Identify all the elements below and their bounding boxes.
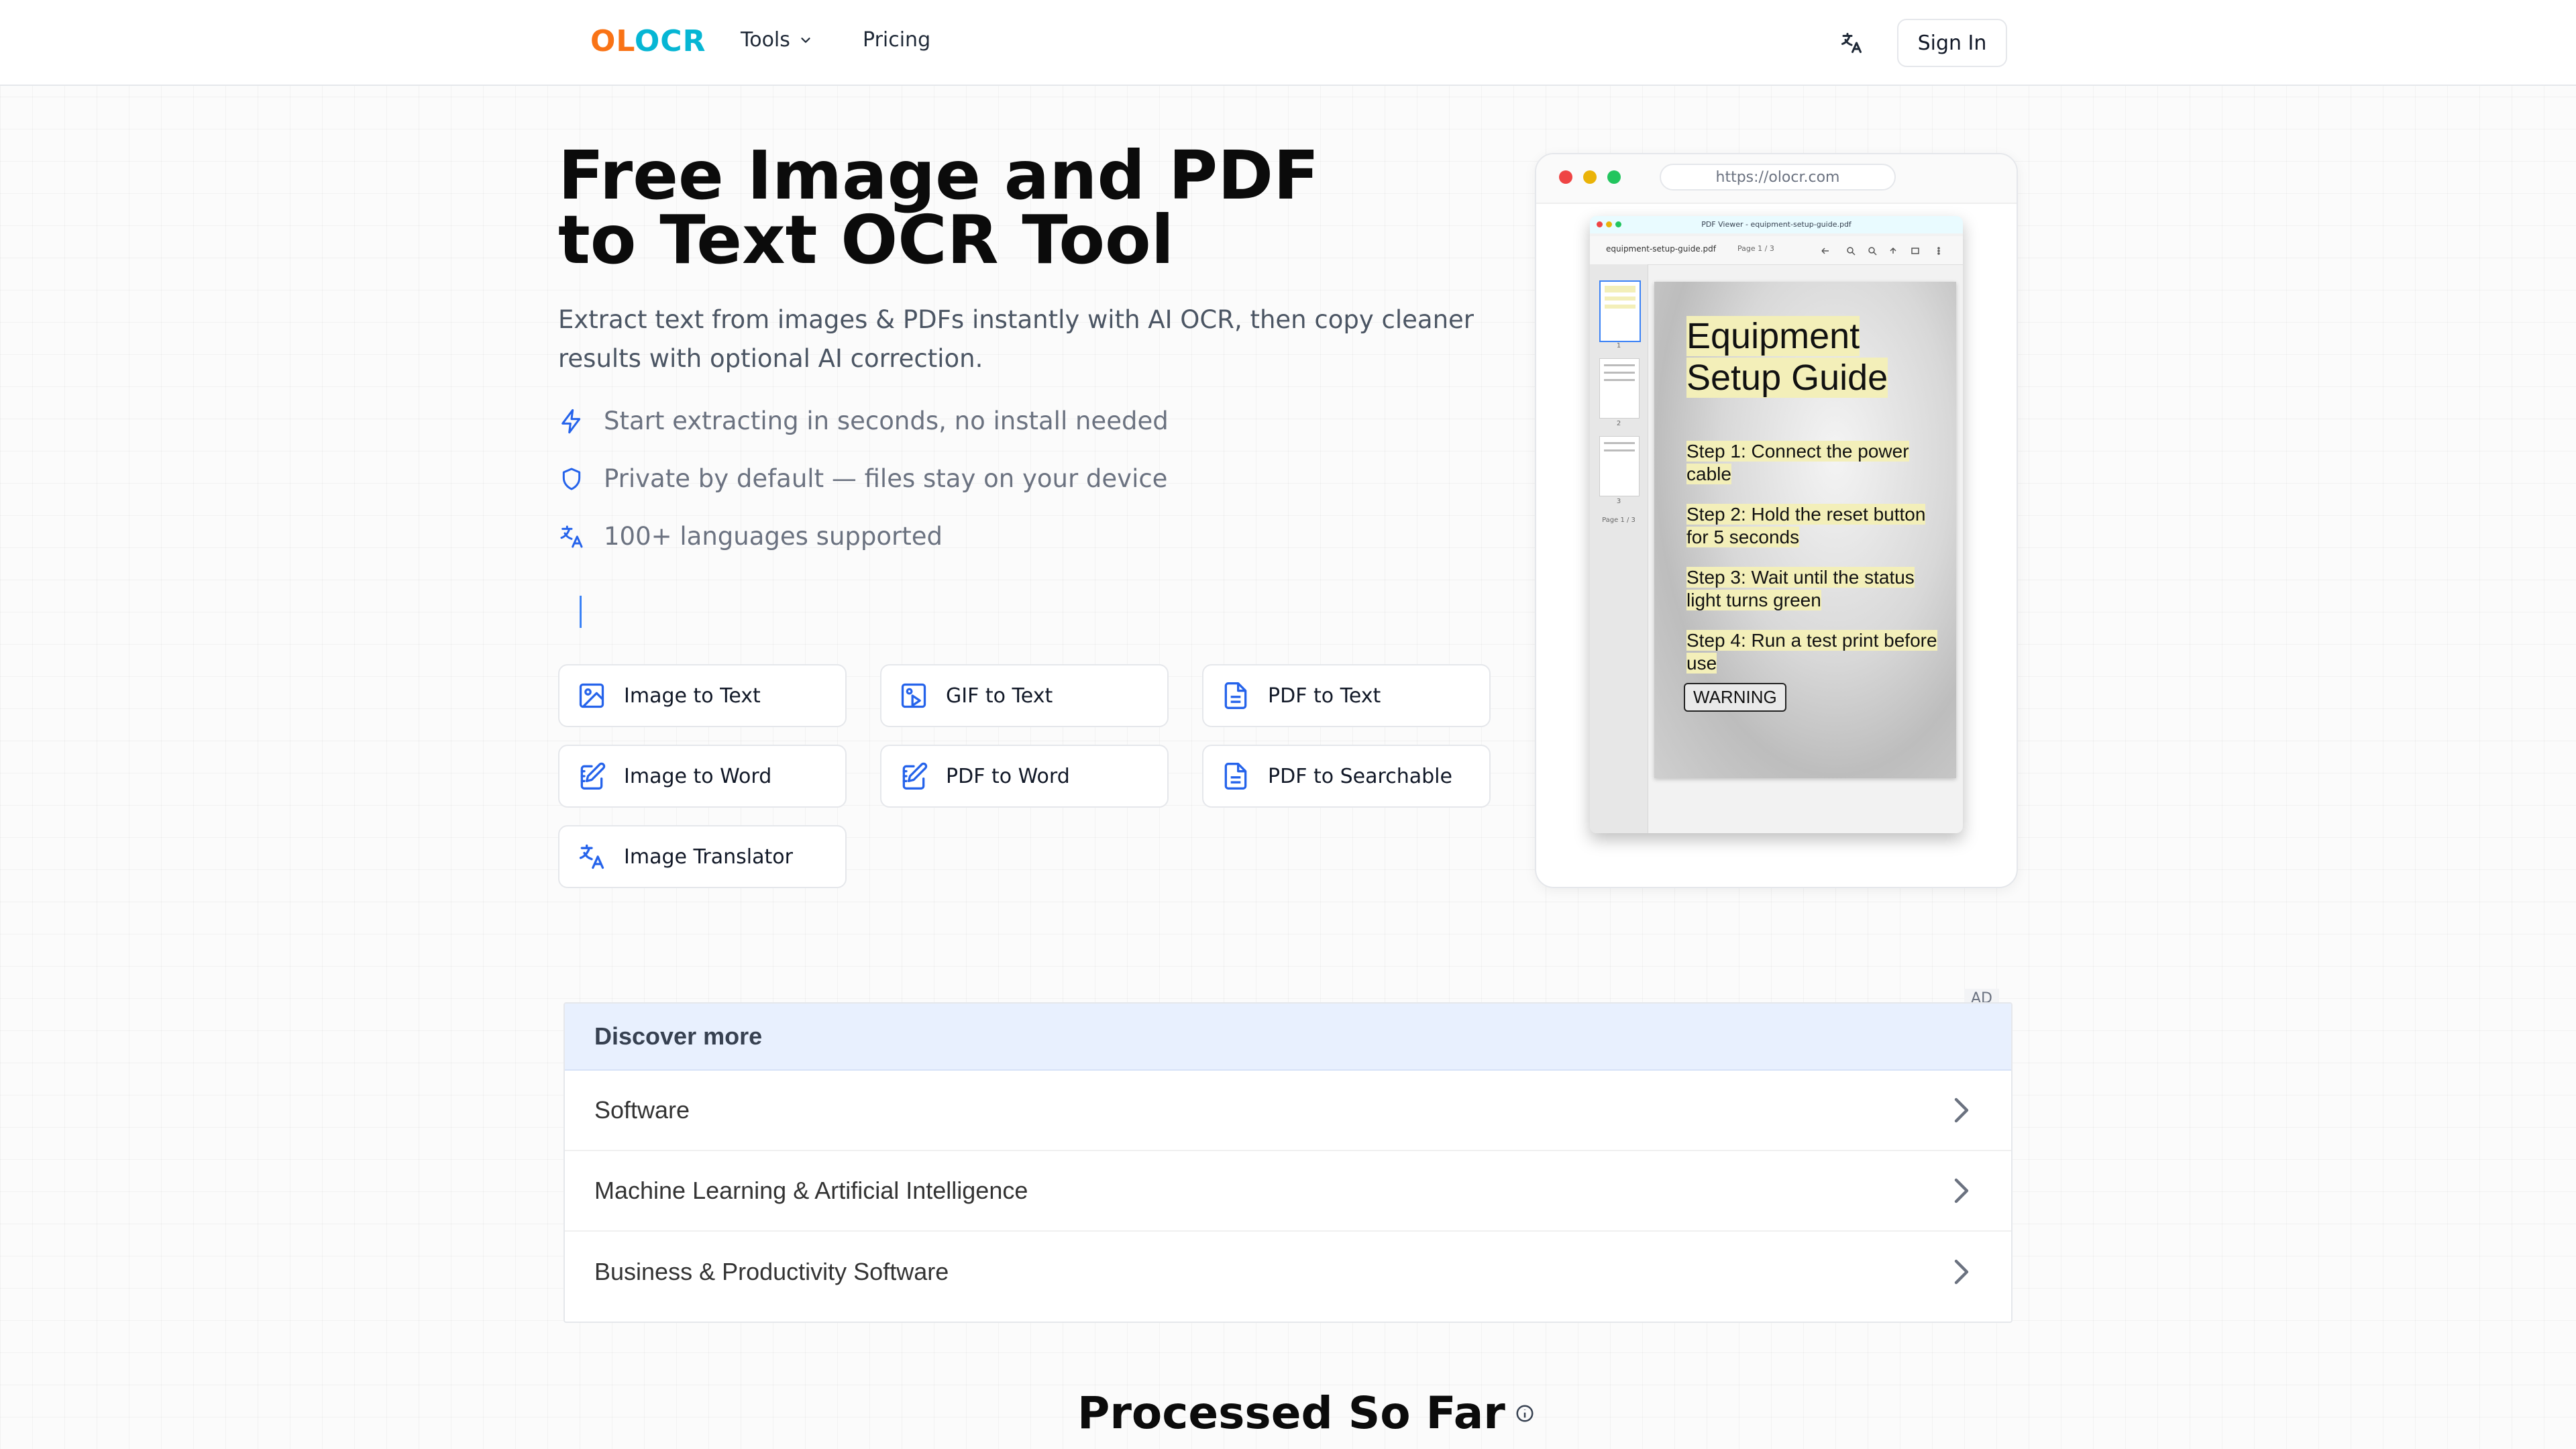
thumbnail-number: 3 <box>1616 498 1621 505</box>
discover-item-label: Software <box>594 1096 690 1124</box>
tool-label: Image Translator <box>624 845 793 869</box>
top-navigation-bar: OLOCR Tools Pricing Sign In <box>0 0 2576 86</box>
nav-tools-menu[interactable]: Tools <box>741 28 813 52</box>
window-close-dot <box>1559 170 1572 184</box>
window-minimize-dot <box>1583 170 1597 184</box>
language-switch-button[interactable] <box>1835 27 1868 59</box>
document-step-text: Step 3: Wait until the status light turn… <box>1686 567 1915 610</box>
nav-tools-label: Tools <box>741 28 790 52</box>
feature-text: 100+ languages supported <box>604 522 943 551</box>
feature-languages: 100+ languages supported <box>558 522 943 551</box>
thumbnail-page-label: Page 1 / 3 <box>1602 517 1635 524</box>
image-icon <box>579 683 604 708</box>
feature-privacy: Private by default — files stay on your … <box>558 464 1167 493</box>
bolt-icon <box>561 409 581 433</box>
document-icon <box>1224 763 1247 790</box>
translate-icon <box>1841 33 1862 53</box>
text-cursor <box>580 596 582 628</box>
tool-image-to-word-button[interactable]: Image to Word <box>558 745 847 808</box>
tool-label: PDF to Text <box>1268 684 1381 708</box>
info-icon[interactable] <box>1515 1403 1535 1424</box>
shield-icon <box>562 468 581 490</box>
hero-title: Free Image and PDF to Text OCR Tool <box>558 142 1430 274</box>
pdf-file-name: equipment-setup-guide.pdf <box>1606 244 1716 254</box>
logo-part-ol: OL <box>590 24 635 58</box>
tool-label: Image to Text <box>624 684 761 708</box>
pdf-thumbnail-sidebar: 1 2 3 Page 1 / 3 <box>1590 264 1648 833</box>
tool-image-translator-button[interactable]: Image Translator <box>558 825 847 888</box>
tool-gif-to-text-button[interactable]: GIF to Text <box>880 664 1169 727</box>
translate-icon <box>579 844 604 869</box>
edit-document-icon <box>902 762 928 790</box>
sign-in-button[interactable]: Sign In <box>1897 19 2007 67</box>
chevron-right-icon <box>1952 1097 1971 1124</box>
discover-item-label: Business & Productivity Software <box>594 1258 949 1285</box>
tool-label: PDF to Word <box>946 764 1070 788</box>
processed-section-title: Processed So Far <box>1077 1387 1535 1439</box>
pdf-document-page: Equipment Setup Guide Step 1: Connect th… <box>1654 282 1956 778</box>
page-thumbnail[interactable] <box>1599 436 1640 496</box>
tool-label: Image to Word <box>624 764 772 788</box>
preview-browser-bar: https://olocr.com <box>1536 154 2017 204</box>
edit-document-icon <box>580 762 606 790</box>
document-warning-label: WARNING <box>1684 683 1786 712</box>
document-step: Step 2: Hold the reset button for 5 seco… <box>1686 503 1941 549</box>
feature-text: Start extracting in seconds, no install … <box>604 407 1169 435</box>
logo-part-ocr: OCR <box>634 24 706 58</box>
document-step-text: Step 4: Run a test print before use <box>1686 630 1937 674</box>
chevron-right-icon <box>1952 1177 1971 1204</box>
page-thumbnail[interactable] <box>1599 358 1640 419</box>
document-title-text: Equipment Setup Guide <box>1686 316 1888 398</box>
preview-browser-window: https://olocr.com PDF Viewer - equipment… <box>1535 153 2018 888</box>
document-step-text: Step 1: Connect the power cable <box>1686 441 1909 484</box>
viewer-tool-icons <box>1821 247 1940 256</box>
discover-item-label: Machine Learning & Artificial Intelligen… <box>594 1177 1028 1204</box>
pdf-viewer-window: PDF Viewer - equipment-setup-guide.pdf e… <box>1590 216 1963 833</box>
processed-title-text: Processed So Far <box>1077 1387 1505 1439</box>
tool-label: PDF to Searchable <box>1268 764 1452 788</box>
document-step: Step 1: Connect the power cable <box>1686 440 1941 486</box>
chevron-right-icon <box>1952 1258 1971 1285</box>
tool-image-to-text-button[interactable]: Image to Text <box>558 664 847 727</box>
window-maximize-dot <box>1607 170 1621 184</box>
feature-text: Private by default — files stay on your … <box>604 464 1168 493</box>
thumbnail-number: 1 <box>1616 342 1621 350</box>
feature-fast-start: Start extracting in seconds, no install … <box>558 407 1169 435</box>
document-step: Step 4: Run a test print before use <box>1686 629 1941 675</box>
tool-pdf-to-word-button[interactable]: PDF to Word <box>880 745 1169 808</box>
document-step: Step 3: Wait until the status light turn… <box>1686 566 1941 612</box>
gif-icon <box>901 683 926 708</box>
tool-pdf-to-text-button[interactable]: PDF to Text <box>1202 664 1491 727</box>
discover-item[interactable]: Business & Productivity Software <box>565 1232 2011 1312</box>
hero-subtitle: Extract text from images & PDFs instantl… <box>558 305 1474 373</box>
pdf-viewer-toolbar: equipment-setup-guide.pdf Page 1 / 3 <box>1590 236 1963 265</box>
tool-label: GIF to Text <box>946 684 1053 708</box>
pdf-viewer-title: PDF Viewer - equipment-setup-guide.pdf <box>1701 220 1851 229</box>
pdf-viewer-titlebar: PDF Viewer - equipment-setup-guide.pdf <box>1590 216 1963 233</box>
translate-icon <box>560 525 583 547</box>
tool-pdf-to-searchable-button[interactable]: PDF to Searchable <box>1202 745 1491 808</box>
logo[interactable]: OLOCR <box>590 24 706 58</box>
discover-item[interactable]: Machine Learning & Artificial Intelligen… <box>565 1151 2011 1232</box>
thumbnail-number: 2 <box>1616 420 1621 427</box>
chevron-down-icon <box>801 37 810 43</box>
nav-pricing-link[interactable]: Pricing <box>863 28 930 52</box>
preview-url-bar: https://olocr.com <box>1660 164 1896 191</box>
document-step-text: Step 2: Hold the reset button for 5 seco… <box>1686 504 1926 547</box>
document-title: Equipment Setup Guide <box>1686 315 1928 398</box>
discover-item[interactable]: Software <box>565 1071 2011 1151</box>
discover-more-panel: Discover more Software Machine Learning … <box>564 1002 2012 1323</box>
discover-more-title: Discover more <box>565 1004 2011 1071</box>
document-icon <box>1224 682 1247 709</box>
hero-title-line-2: to Text OCR Tool <box>558 201 1175 279</box>
page-thumbnail[interactable] <box>1599 280 1641 342</box>
pdf-page-indicator: Page 1 / 3 <box>1737 244 1774 253</box>
